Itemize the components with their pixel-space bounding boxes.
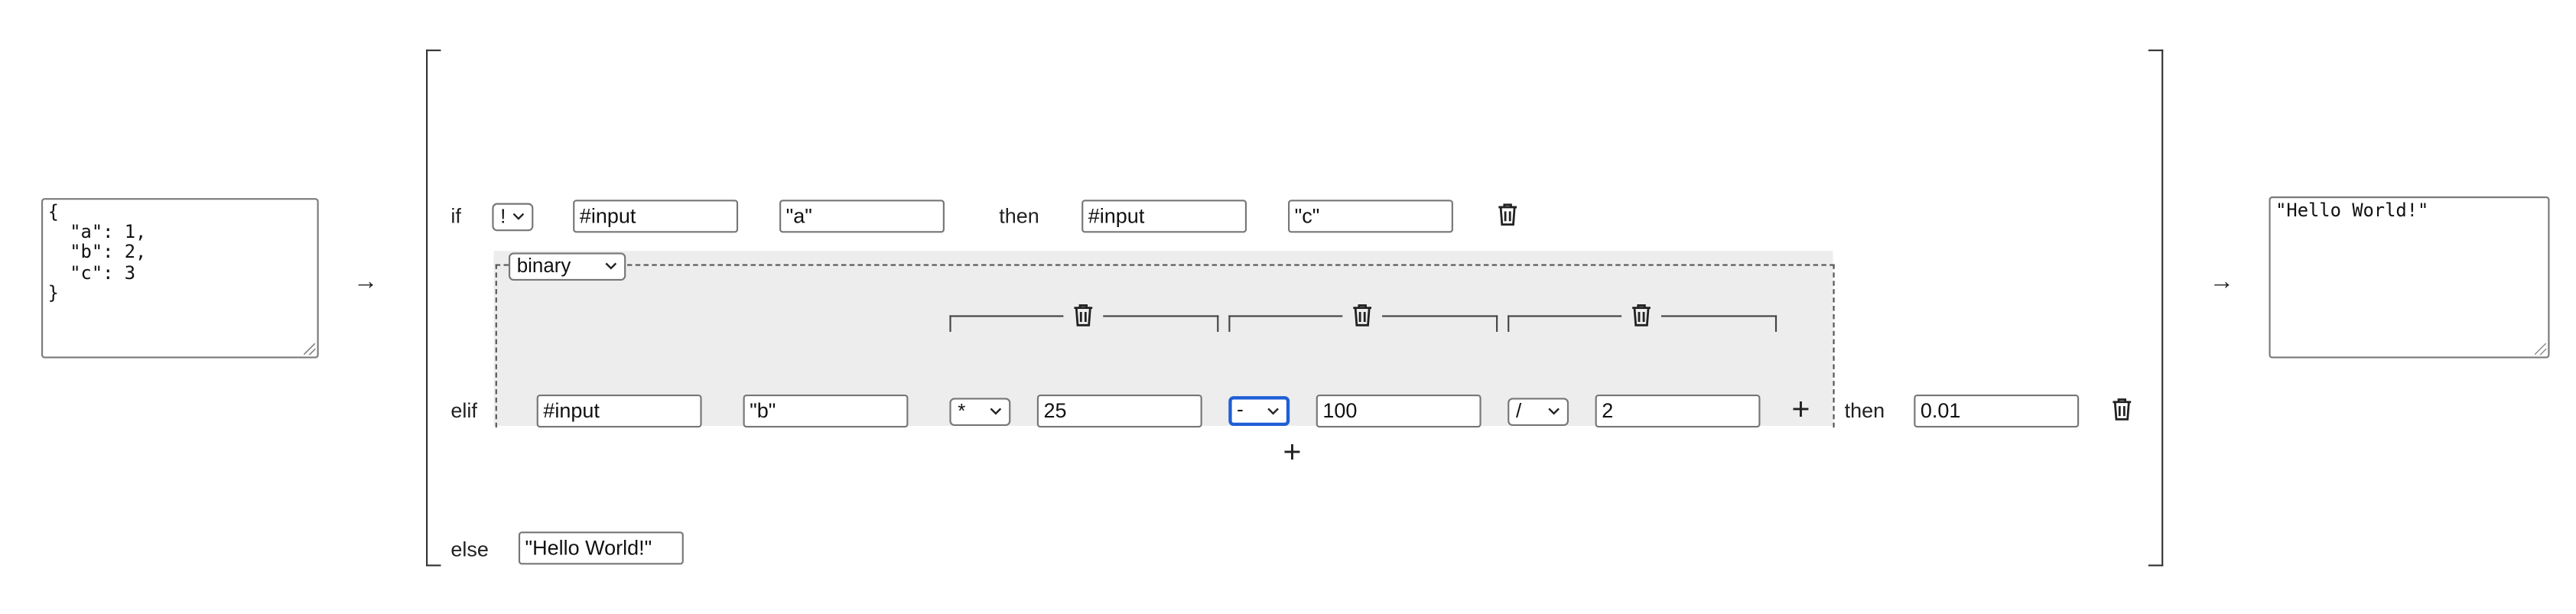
elif-then-value-input[interactable] — [1914, 395, 2080, 428]
chevron-down-icon — [1548, 408, 1560, 415]
else-keyword: else — [450, 538, 489, 562]
chevron-down-icon — [512, 213, 525, 220]
if-keyword: if — [450, 204, 461, 228]
elif-op2-value-input[interactable] — [1316, 395, 1482, 428]
arrow-right-icon: → — [2209, 267, 2235, 296]
op2-operator-value: - — [1237, 398, 1244, 421]
chevron-down-icon — [990, 408, 1002, 415]
elif-op2-operator-select[interactable]: - — [1228, 396, 1290, 427]
resize-grip-icon[interactable] — [2535, 343, 2547, 356]
elif-op1-operator-select[interactable]: * — [949, 398, 1011, 427]
delete-elif-branch-trash-icon[interactable] — [2112, 398, 2132, 421]
chevron-down-icon — [605, 262, 617, 270]
if-then-keyword: then — [999, 204, 1039, 228]
delete-if-branch-trash-icon[interactable] — [1498, 203, 1517, 226]
add-branch-button[interactable]: + — [1283, 437, 1302, 469]
delete-op-2-trash-icon[interactable] — [1352, 304, 1372, 326]
resize-grip-icon[interactable] — [304, 343, 316, 356]
op3-operator-value: / — [1515, 399, 1522, 423]
input-json-textarea[interactable]: { "a": 1, "b": 2, "c": 3 } — [41, 198, 319, 359]
expression-bracket-left — [426, 49, 441, 567]
elif-then-keyword: then — [1844, 399, 1885, 423]
add-operation-button[interactable]: + — [1792, 395, 1810, 426]
arrow-right-icon: → — [353, 267, 379, 296]
if-then-arg1-input[interactable] — [1081, 200, 1247, 233]
elif-op3-operator-select[interactable]: / — [1508, 398, 1569, 427]
if-operator-select[interactable]: ! — [492, 203, 534, 232]
chevron-down-icon — [1267, 408, 1279, 415]
if-arg2-input[interactable] — [779, 200, 945, 233]
elif-mode-value: binary — [516, 254, 571, 278]
output-json-textarea[interactable]: "Hello World!" — [2269, 196, 2550, 359]
if-arg1-input[interactable] — [573, 200, 739, 233]
elif-op1-value-input[interactable] — [1036, 395, 1202, 428]
elif-op3-value-input[interactable] — [1595, 395, 1761, 428]
expression-bracket-right — [2148, 49, 2164, 567]
if-operator-value: ! — [500, 204, 506, 228]
else-value-input[interactable] — [518, 531, 684, 565]
op1-operator-value: * — [958, 399, 966, 423]
elif-arg2-input[interactable] — [743, 395, 909, 428]
elif-mode-select[interactable]: binary — [508, 252, 626, 281]
elif-keyword: elif — [450, 399, 477, 423]
elif-arg1-input[interactable] — [536, 395, 702, 428]
delete-op-3-trash-icon[interactable] — [1631, 304, 1651, 326]
delete-op-1-trash-icon[interactable] — [1073, 304, 1093, 326]
if-then-arg2-input[interactable] — [1288, 200, 1453, 233]
